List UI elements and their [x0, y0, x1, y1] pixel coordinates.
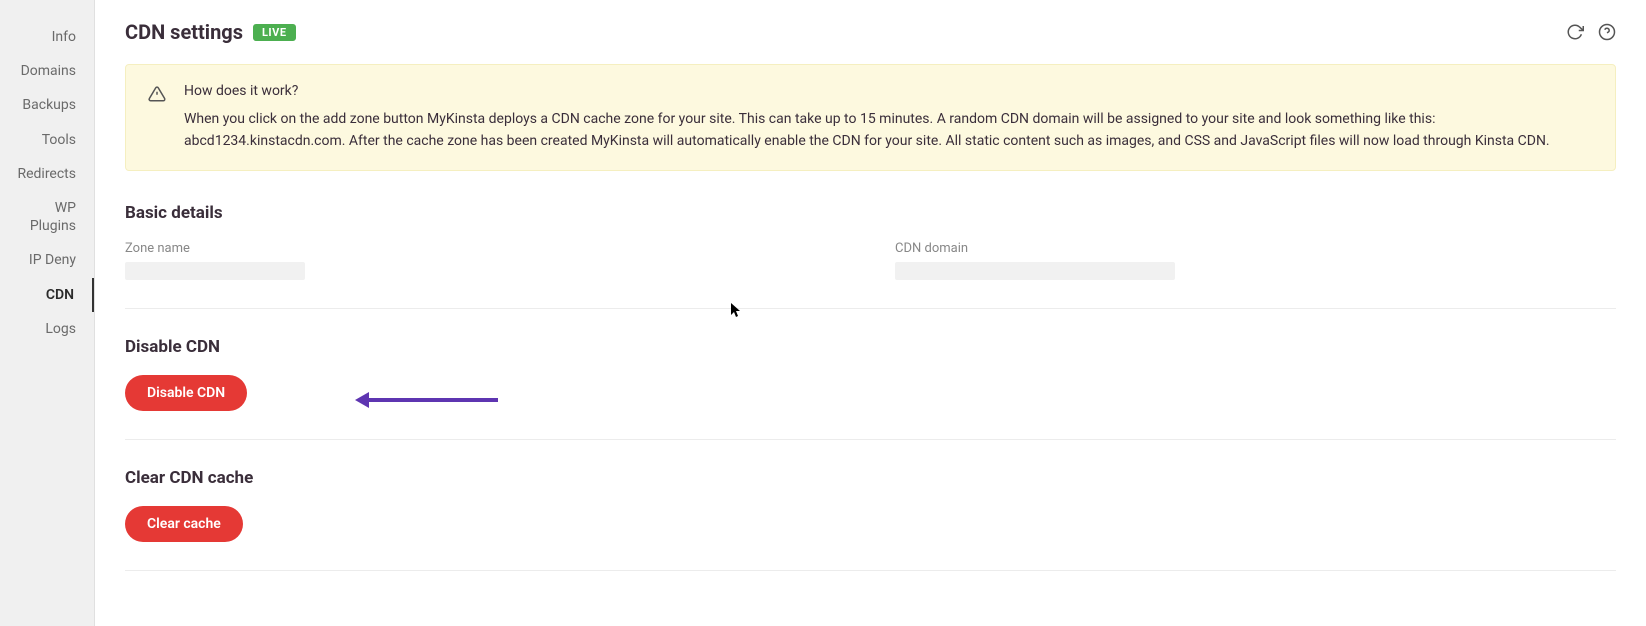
sidebar-item-cdn[interactable]: CDN: [0, 278, 94, 312]
zone-name-label: Zone name: [125, 241, 305, 256]
details-grid: Zone name CDN domain: [125, 241, 1616, 280]
sidebar-item-logs[interactable]: Logs: [0, 312, 94, 346]
zone-name-value: [125, 262, 305, 280]
disable-cdn-button[interactable]: Disable CDN: [125, 375, 247, 411]
disable-cdn-title: Disable CDN: [125, 337, 1616, 357]
main-content: CDN settings LIVE How does it wor: [95, 0, 1646, 626]
cdn-domain-value: [895, 262, 1175, 280]
basic-details-title: Basic details: [125, 203, 1616, 223]
sidebar-item-info[interactable]: Info: [0, 20, 94, 54]
notice-title: How does it work?: [184, 83, 1593, 99]
sidebar-item-domains[interactable]: Domains: [0, 54, 94, 88]
page-header: CDN settings LIVE: [125, 20, 1616, 44]
basic-details-section: Basic details Zone name CDN domain: [125, 195, 1616, 309]
zone-name-field: Zone name: [125, 241, 305, 280]
notice-text: When you click on the add zone button My…: [184, 109, 1593, 152]
disable-cdn-section: Disable CDN Disable CDN: [125, 329, 1616, 440]
page-title: CDN settings: [125, 20, 243, 44]
info-notice: How does it work? When you click on the …: [125, 64, 1616, 171]
title-wrap: CDN settings LIVE: [125, 20, 296, 44]
clear-cache-button[interactable]: Clear cache: [125, 506, 243, 542]
clear-cache-title: Clear CDN cache: [125, 468, 1616, 488]
refresh-icon[interactable]: [1566, 23, 1584, 41]
clear-cache-section: Clear CDN cache Clear cache: [125, 460, 1616, 571]
help-icon[interactable]: [1598, 23, 1616, 41]
sidebar-item-ip-deny[interactable]: IP Deny: [0, 243, 94, 277]
sidebar-item-backups[interactable]: Backups: [0, 88, 94, 122]
sidebar: Info Domains Backups Tools Redirects WP …: [0, 0, 95, 626]
sidebar-item-wp-plugins[interactable]: WP Plugins: [0, 191, 94, 243]
sidebar-item-tools[interactable]: Tools: [0, 123, 94, 157]
sidebar-item-redirects[interactable]: Redirects: [0, 157, 94, 191]
cdn-domain-label: CDN domain: [895, 241, 1175, 256]
warning-icon: [148, 85, 166, 103]
notice-content: How does it work? When you click on the …: [184, 83, 1593, 152]
cdn-domain-field: CDN domain: [895, 241, 1175, 280]
header-actions: [1566, 23, 1616, 41]
status-badge: LIVE: [253, 24, 296, 41]
